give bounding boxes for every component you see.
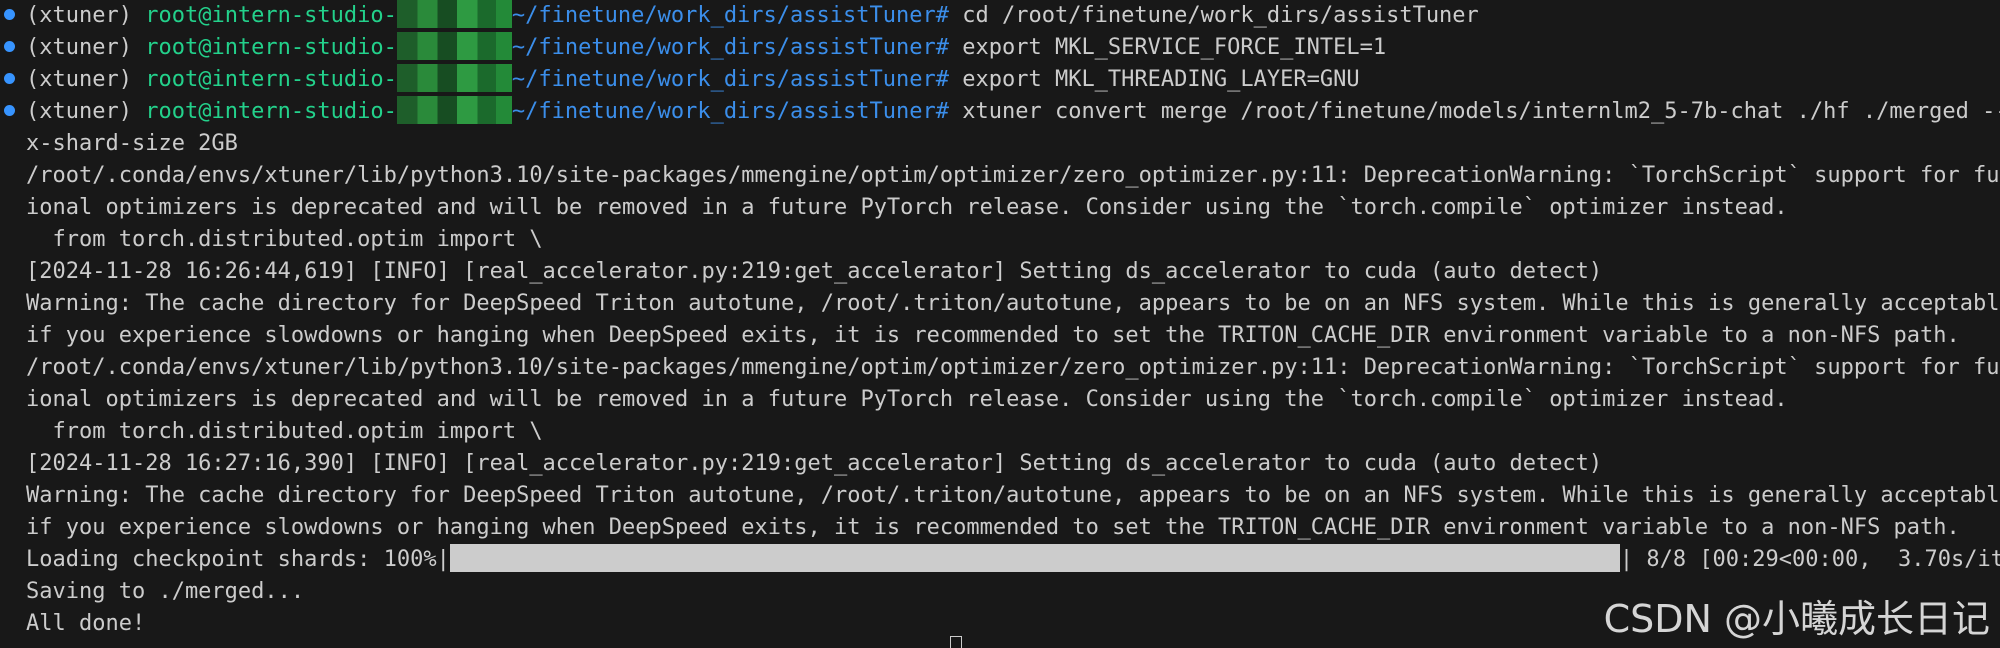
command-text: xtuner convert merge /root/finetune/mode… — [962, 99, 2000, 124]
progress-bar — [449, 544, 1620, 572]
redacted-hostname — [396, 32, 512, 60]
output-line: if you experience slowdowns or hanging w… — [26, 323, 1960, 348]
progress-suffix: | 8/8 [00:29<00:00, 3.70s/it] — [1619, 547, 2000, 572]
text-cursor — [950, 636, 962, 648]
user-host: root@intern-studio- — [145, 67, 397, 92]
redacted-hostname — [396, 0, 512, 28]
output-line: Warning: The cache directory for DeepSpe… — [26, 291, 2000, 316]
working-directory: ~/finetune/work_dirs/assistTuner# — [511, 67, 949, 92]
output-line: /root/.conda/envs/xtuner/lib/python3.10/… — [26, 163, 2000, 188]
command-status-dot-icon[interactable] — [4, 73, 15, 84]
output-line: if you experience slowdowns or hanging w… — [26, 515, 1960, 540]
output-line: from torch.distributed.optim import \ — [26, 227, 543, 252]
progress-label: Loading checkpoint shards: 100%| — [26, 547, 450, 572]
command-status-dot-icon[interactable] — [4, 105, 15, 116]
working-directory: ~/finetune/work_dirs/assistTuner# — [511, 3, 949, 28]
output-line: [2024-11-28 16:27:16,390] [INFO] [real_a… — [26, 451, 1603, 476]
conda-env: (xtuner) — [26, 35, 132, 60]
conda-env: (xtuner) — [26, 67, 132, 92]
user-host: root@intern-studio- — [145, 3, 397, 28]
output-line: from torch.distributed.optim import \ — [26, 419, 543, 444]
redacted-hostname — [396, 64, 512, 92]
command-status-dot-icon[interactable] — [4, 9, 15, 20]
user-host: root@intern-studio- — [145, 35, 397, 60]
progress-line: Loading checkpoint shards: 100%| | 8/8 [0… — [26, 544, 2000, 576]
conda-env: (xtuner) — [26, 3, 132, 28]
output-line: Warning: The cache directory for DeepSpe… — [26, 483, 2000, 508]
output-line: x-shard-size 2GB — [26, 131, 238, 156]
conda-env: (xtuner) — [26, 99, 132, 124]
command-line: (xtuner) root@intern-studio- ~/finetune/w… — [26, 32, 2000, 64]
output-line: ional optimizers is deprecated and will … — [26, 387, 1788, 412]
output-line: ional optimizers is deprecated and will … — [26, 195, 1788, 220]
output-line: [2024-11-28 16:26:44,619] [INFO] [real_a… — [26, 259, 1603, 284]
output-line: /root/.conda/envs/xtuner/lib/python3.10/… — [26, 355, 2000, 380]
command-text: export MKL_SERVICE_FORCE_INTEL=1 — [962, 35, 1387, 60]
command-line: (xtuner) root@intern-studio- ~/finetune/w… — [26, 0, 2000, 32]
watermark: CSDN @小曦成长日记 — [1603, 597, 1990, 641]
terminal-window[interactable]: (xtuner) root@intern-studio- ~/finetune/w… — [0, 0, 2000, 648]
command-line: (xtuner) root@intern-studio- ~/finetune/w… — [26, 96, 2000, 128]
command-line: (xtuner) root@intern-studio- ~/finetune/w… — [26, 64, 2000, 96]
working-directory: ~/finetune/work_dirs/assistTuner# — [511, 99, 949, 124]
command-text: cd /root/finetune/work_dirs/assistTuner — [962, 3, 1479, 28]
working-directory: ~/finetune/work_dirs/assistTuner# — [511, 35, 949, 60]
command-text: export MKL_THREADING_LAYER=GNU — [962, 67, 1360, 92]
redacted-hostname — [396, 96, 512, 124]
user-host: root@intern-studio- — [145, 99, 397, 124]
command-status-dot-icon[interactable] — [4, 41, 15, 52]
